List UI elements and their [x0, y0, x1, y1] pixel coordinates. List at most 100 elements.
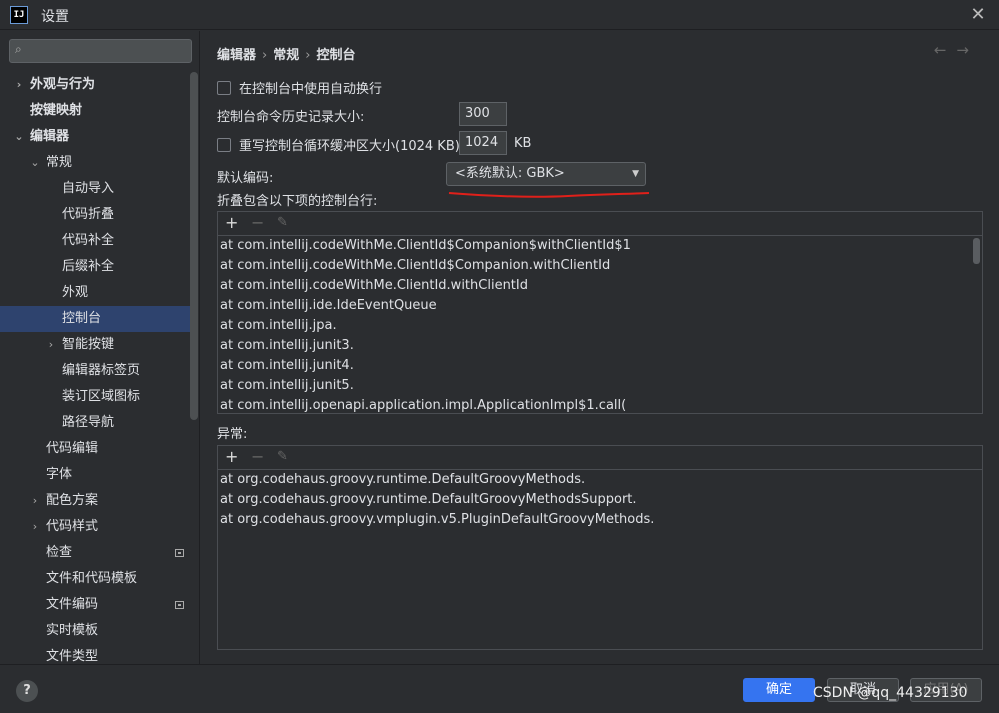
encoding-selected-value: <系统默认: GBK> [455, 166, 565, 181]
buffer-size-checkbox[interactable] [217, 138, 231, 152]
settings-search-input[interactable] [34, 42, 184, 60]
sidebar-item[interactable]: 外观 [0, 280, 190, 306]
project-scope-icon [175, 601, 184, 609]
edit-icon[interactable]: ✎ [277, 447, 288, 467]
chevron-right-icon[interactable]: › [29, 488, 41, 514]
sidebar-scrollbar[interactable] [190, 72, 198, 420]
sidebar-item[interactable]: 按键映射 [0, 98, 190, 124]
sidebar-item[interactable]: 控制台 [0, 306, 190, 332]
sidebar-item[interactable]: 文件编码 [0, 592, 190, 618]
list-item[interactable]: at org.codehaus.groovy.vmplugin.v5.Plugi… [218, 510, 982, 530]
history-nav: ←→ [934, 41, 979, 59]
add-icon[interactable]: + [225, 213, 238, 233]
sidebar-item[interactable]: 编辑器标签页 [0, 358, 190, 384]
title-bar: IJ 设置 ✕ [0, 0, 999, 30]
chevron-down-icon[interactable]: ⌄ [13, 124, 25, 150]
list-item[interactable]: at com.intellij.junit3. [218, 336, 982, 356]
sidebar-item-label: 代码样式 [46, 519, 99, 534]
sidebar-item[interactable]: › 智能按键 [0, 332, 190, 358]
fold-lines-toolbar: + − ✎ [218, 212, 982, 236]
fold-list-scrollbar[interactable] [973, 238, 980, 264]
sidebar-item-label: 控制台 [62, 311, 102, 326]
sidebar-item[interactable]: 后缀补全 [0, 254, 190, 280]
buffer-size-input[interactable]: 1024 [459, 131, 507, 155]
window-title: 设置 [41, 9, 69, 25]
sidebar-item-label: 路径导航 [62, 415, 115, 430]
settings-sidebar: ⌕ › 外观与行为按键映射 ⌄ 编辑器 ⌄ 常规自动导入代码折叠代码补全后缀补全 外观控制台… [0, 31, 200, 664]
fold-lines-panel: + − ✎ at com.intellij.codeWithMe.ClientI… [217, 211, 983, 414]
sidebar-item-label: 代码补全 [62, 233, 115, 248]
back-arrow-icon[interactable]: ← [934, 41, 957, 59]
breadcrumb-item-console: 控制台 [316, 48, 356, 63]
list-item[interactable]: at com.intellij.openapi.application.impl… [218, 396, 982, 416]
remove-icon[interactable]: − [251, 447, 264, 467]
sidebar-item-label: 编辑器标签页 [62, 363, 141, 378]
buffer-unit-label: KB [514, 136, 532, 151]
sidebar-item[interactable]: 检查 [0, 540, 190, 566]
forward-arrow-icon[interactable]: → [956, 41, 979, 59]
list-item[interactable]: at com.intellij.junit4. [218, 356, 982, 376]
close-icon[interactable]: ✕ [967, 4, 989, 26]
sidebar-item[interactable]: › 配色方案 [0, 488, 190, 514]
chevron-right-icon[interactable]: › [29, 514, 41, 540]
list-item[interactable]: at org.codehaus.groovy.runtime.DefaultGr… [218, 490, 982, 510]
list-item[interactable]: at org.codehaus.groovy.runtime.DefaultGr… [218, 470, 982, 490]
list-item[interactable]: at com.intellij.jpa. [218, 316, 982, 336]
list-item[interactable]: at com.intellij.codeWithMe.ClientId.with… [218, 276, 982, 296]
chevron-right-icon[interactable]: › [13, 72, 25, 98]
exceptions-list: at org.codehaus.groovy.runtime.DefaultGr… [218, 470, 982, 530]
sidebar-item[interactable]: 装订区域图标 [0, 384, 190, 410]
sidebar-item[interactable]: › 代码样式 [0, 514, 190, 540]
sidebar-item-label: 常规 [46, 155, 73, 170]
exceptions-panel: + − ✎ at org.codehaus.groovy.runtime.Def… [217, 445, 983, 650]
ok-button[interactable]: 确定 [743, 678, 815, 702]
sidebar-item[interactable]: ⌄ 常规 [0, 150, 190, 176]
sidebar-item-label: 自动导入 [62, 181, 115, 196]
edit-icon[interactable]: ✎ [277, 213, 288, 233]
breadcrumb: 编辑器 › 常规 › 控制台 [217, 44, 355, 63]
sidebar-item-label: 文件编码 [46, 597, 99, 612]
chevron-right-icon[interactable]: › [45, 332, 57, 358]
sidebar-item-label: 智能按键 [62, 337, 115, 352]
sidebar-item-label: 检查 [46, 545, 73, 560]
breadcrumb-item-general: 常规 [273, 48, 300, 63]
settings-content: 编辑器 › 常规 › 控制台 ←→ 在控制台中使用自动换行 控制台命令历史记录大小: 3… [201, 31, 999, 664]
list-item[interactable]: at com.intellij.junit5. [218, 376, 982, 396]
sidebar-item[interactable]: 代码编辑 [0, 436, 190, 462]
sidebar-item[interactable]: 实时模板 [0, 618, 190, 644]
sidebar-item[interactable]: ⌄ 编辑器 [0, 124, 190, 150]
sidebar-item-label: 文件类型 [46, 649, 99, 664]
buffer-size-row: 重写控制台循环缓冲区大小(1024 KB) [217, 135, 460, 154]
buffer-size-label: 重写控制台循环缓冲区大小(1024 KB) [239, 139, 460, 154]
sidebar-item-label: 按键映射 [30, 103, 83, 118]
list-item[interactable]: at com.intellij.ide.IdeEventQueue [218, 296, 982, 316]
soft-wrap-checkbox[interactable] [217, 81, 231, 95]
list-item[interactable]: at com.intellij.codeWithMe.ClientId$Comp… [218, 256, 982, 276]
history-size-input[interactable]: 300 [459, 102, 507, 126]
settings-tree: › 外观与行为按键映射 ⌄ 编辑器 ⌄ 常规自动导入代码折叠代码补全后缀补全 外观控制台 › 智… [0, 72, 190, 664]
exceptions-toolbar: + − ✎ [218, 446, 982, 470]
sidebar-item[interactable]: 自动导入 [0, 176, 190, 202]
sidebar-item-label: 字体 [46, 467, 73, 482]
add-icon[interactable]: + [225, 447, 238, 467]
sidebar-item[interactable]: 代码补全 [0, 228, 190, 254]
default-encoding-select[interactable]: <系统默认: GBK> ▼ [446, 162, 646, 186]
intellij-app-icon: IJ [10, 6, 28, 24]
help-icon[interactable]: ? [16, 680, 38, 702]
sidebar-item[interactable]: 代码折叠 [0, 202, 190, 228]
soft-wrap-label: 在控制台中使用自动换行 [239, 82, 383, 97]
csdn-watermark: CSDN @qq_44329130 [813, 685, 968, 701]
breadcrumb-separator: › [262, 48, 268, 63]
sidebar-item[interactable]: 文件类型 [0, 644, 190, 664]
settings-search-box[interactable]: ⌕ [9, 39, 192, 63]
history-size-label: 控制台命令历史记录大小: [217, 110, 365, 125]
sidebar-item[interactable]: 字体 [0, 462, 190, 488]
sidebar-item[interactable]: 文件和代码模板 [0, 566, 190, 592]
breadcrumb-item-editor: 编辑器 [217, 48, 257, 63]
sidebar-item[interactable]: › 外观与行为 [0, 72, 190, 98]
sidebar-item[interactable]: 路径导航 [0, 410, 190, 436]
remove-icon[interactable]: − [251, 213, 264, 233]
chevron-down-icon[interactable]: ⌄ [29, 150, 41, 176]
list-item[interactable]: at com.intellij.codeWithMe.ClientId$Comp… [218, 236, 982, 256]
dropdown-arrow-icon: ▼ [632, 169, 639, 179]
